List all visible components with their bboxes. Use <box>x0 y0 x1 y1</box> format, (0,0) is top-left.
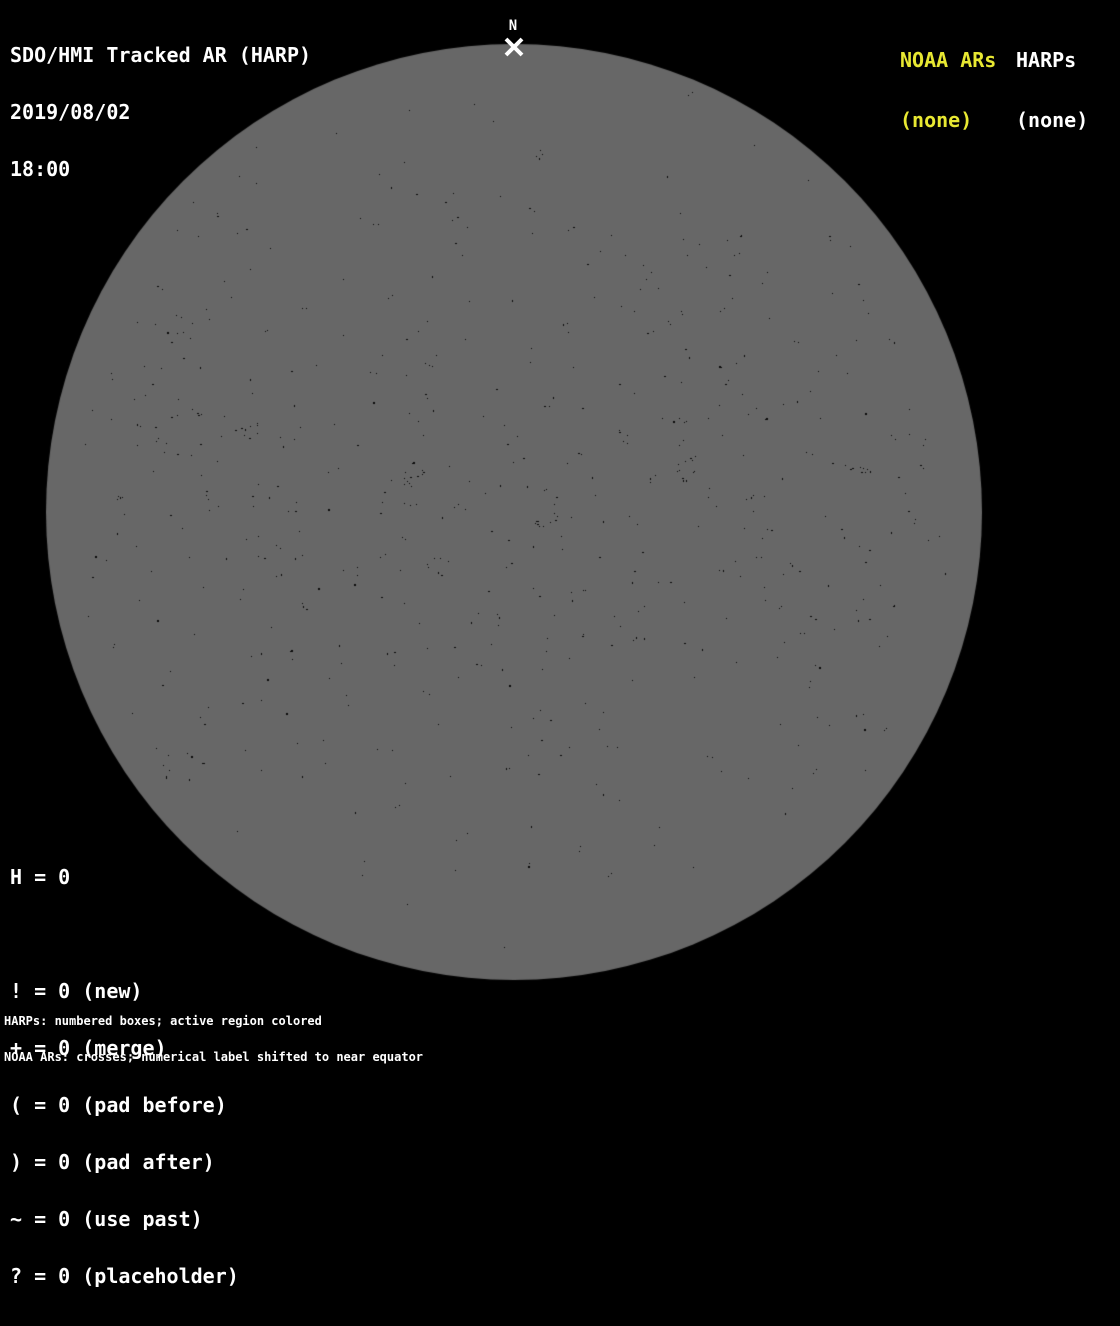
footnote-harps: HARPs: numbered boxes; active region col… <box>4 1014 322 1028</box>
page-title: SDO/HMI Tracked AR (HARP) <box>10 43 312 67</box>
legend-spacer <box>10 925 239 944</box>
noaa-ars-status: NOAA ARs (none) <box>900 10 996 170</box>
observation-time: 18:00 <box>10 157 71 181</box>
harp-full-disk-view: SDO/HMI Tracked AR (HARP) 2019/08/02 18:… <box>0 0 1120 1286</box>
legend-item-use-past: ~ = 0 (use past) <box>10 1207 203 1231</box>
noaa-ars-label: NOAA ARs <box>900 48 997 72</box>
north-pole-label: N <box>508 18 518 34</box>
legend-item-pad-before: ( = 0 (pad before) <box>10 1093 227 1117</box>
harps-label: HARPs <box>1016 48 1077 72</box>
north-pole-cross-icon <box>504 37 524 57</box>
legend-item-placeholder: ? = 0 (placeholder) <box>10 1264 239 1288</box>
harps-value: (none) <box>1016 108 1089 132</box>
footnotes: HARPs: numbered boxes; active region col… <box>4 991 423 1087</box>
legend-item-pad-after: ) = 0 (pad after) <box>10 1150 215 1174</box>
harps-status: HARPs (none) <box>1016 10 1088 170</box>
footnote-noaa: NOAA ARs: crosses; numerical label shift… <box>4 1050 424 1064</box>
harp-count: H = 0 <box>10 865 71 889</box>
observation-date: 2019/08/02 <box>10 100 131 124</box>
header: SDO/HMI Tracked AR (HARP) 2019/08/02 18:… <box>10 8 311 217</box>
noaa-ars-value: (none) <box>900 108 973 132</box>
